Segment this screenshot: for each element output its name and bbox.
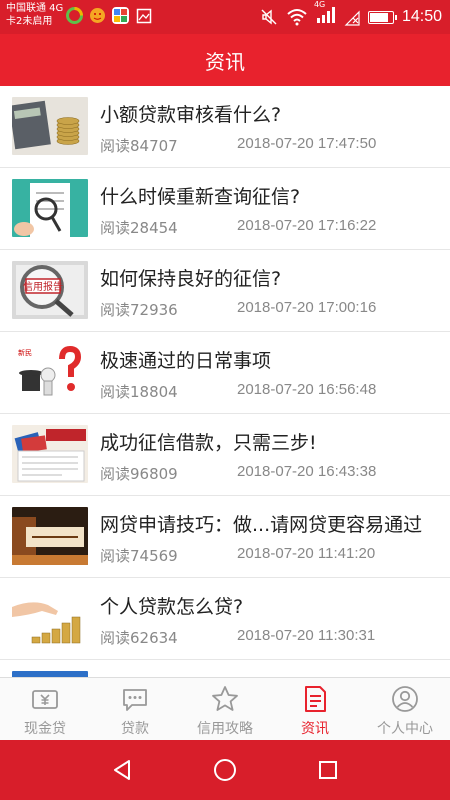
article-date: 2018-07-20 17:00:16 — [237, 299, 377, 316]
svg-text:新民: 新民 — [18, 348, 32, 357]
carrier-name: 中国联通 4G — [6, 3, 64, 14]
notification-icons — [66, 7, 152, 24]
cash-icon — [32, 690, 58, 709]
article-title: 极速通过的日常事项 — [100, 350, 272, 372]
article-thumbnail: 新民 — [12, 343, 88, 401]
article-title: 如何保持良好的征信? — [100, 268, 282, 290]
article-title: 成功征信借款，只需三步! — [100, 432, 317, 454]
recents-icon — [319, 761, 338, 779]
recents-button[interactable] — [308, 750, 348, 790]
article-reads: 阅读28454 — [100, 219, 178, 237]
article-title: 网贷申请技巧：做...请网贷更容易通过 — [100, 514, 423, 536]
app-notification-icon — [66, 7, 83, 24]
list-item[interactable] — [0, 660, 450, 677]
home-button[interactable] — [205, 750, 245, 790]
article-thumbnail — [12, 179, 88, 237]
gallery-notification-icon — [112, 7, 129, 24]
tab-profile[interactable]: 个人中心 — [360, 678, 450, 740]
star-icon — [212, 686, 238, 711]
back-button[interactable] — [102, 750, 142, 790]
back-icon — [113, 760, 130, 780]
list-item[interactable]: 新民 极速通过的日常事项 阅读18804 2018-07-20 16:56:48 — [0, 332, 450, 414]
list-item[interactable]: 什么时候重新查询征信? 阅读28454 2018-07-20 17:16:22 — [0, 168, 450, 250]
article-date: 2018-07-20 17:16:22 — [237, 217, 377, 234]
clock: 14:50 — [401, 8, 442, 25]
article-thumbnail — [12, 589, 88, 647]
system-nav-bar — [0, 740, 450, 800]
network-type: 4G — [313, 0, 326, 9]
article-reads: 阅读96809 — [100, 465, 178, 483]
bottom-tab-bar: 现金贷 贷款 信用攻略 资讯 个人中心 — [0, 677, 450, 740]
article-reads: 阅读74569 — [100, 547, 178, 565]
list-item[interactable]: 网贷申请技巧：做...请网贷更容易通过 阅读74569 2018-07-20 1… — [0, 496, 450, 578]
tab-news[interactable]: 资讯 — [270, 678, 360, 740]
tab-label: 信用攻略 — [197, 721, 253, 737]
sim-status: 卡2未启用 — [6, 16, 53, 27]
tab-label: 个人中心 — [377, 721, 433, 737]
article-date: 2018-07-20 16:56:48 — [237, 381, 377, 398]
emoji-notification-icon — [89, 7, 106, 24]
system-status: 4G 14:50 — [260, 0, 442, 28]
status-bar: 中国联通 4G 卡2未启用 4G 14:50 — [0, 0, 450, 34]
user-icon — [392, 686, 418, 712]
article-thumbnail — [12, 97, 88, 155]
tab-label: 现金贷 — [24, 721, 66, 737]
article-thumbnail — [12, 425, 88, 483]
article-date: 2018-07-20 16:43:38 — [237, 463, 377, 480]
list-item[interactable]: 个人贷款怎么贷? 阅读62634 2018-07-20 11:30:31 — [0, 578, 450, 660]
article-date: 2018-07-20 11:30:31 — [237, 627, 376, 644]
tab-label: 贷款 — [121, 721, 149, 737]
article-date: 2018-07-20 11:41:20 — [237, 545, 376, 562]
article-date: 2018-07-20 17:47:50 — [237, 135, 377, 152]
article-title: 个人贷款怎么贷? — [100, 596, 244, 618]
image-notification-icon — [135, 7, 152, 24]
page-title: 资讯 — [205, 49, 245, 74]
chat-icon — [123, 689, 147, 711]
tab-loan[interactable]: 贷款 — [90, 678, 180, 740]
article-reads: 阅读72936 — [100, 301, 178, 319]
cell-signal-icon: 4G — [314, 0, 336, 28]
tab-cash-loan[interactable]: 现金贷 — [0, 678, 90, 740]
article-reads: 阅读62634 — [100, 629, 178, 647]
mute-icon — [261, 9, 277, 25]
article-title: 小额贷款审核看什么? — [100, 104, 282, 126]
sim2-signal-icon — [344, 10, 360, 26]
tab-label: 资讯 — [301, 721, 329, 737]
article-thumbnail: 信用报告 — [12, 261, 88, 319]
title-bar: 资讯 — [0, 34, 450, 86]
article-list[interactable]: 小额贷款审核看什么? 阅读84707 2018-07-20 17:47:50 什… — [0, 86, 450, 677]
list-item[interactable]: 小额贷款审核看什么? 阅读84707 2018-07-20 17:47:50 — [0, 86, 450, 168]
battery-level — [369, 12, 389, 22]
svg-text:信用报告: 信用报告 — [23, 280, 63, 293]
list-item[interactable]: 信用报告 如何保持良好的征信? 阅读72936 2018-07-20 17:00… — [0, 250, 450, 332]
article-reads: 阅读84707 — [100, 137, 178, 155]
wifi-icon — [287, 9, 307, 26]
article-reads: 阅读18804 — [100, 383, 178, 401]
news-icon — [305, 686, 326, 712]
carrier-info: 中国联通 4G 卡2未启用 — [6, 2, 63, 28]
battery-icon — [367, 10, 397, 24]
tab-credit-guide[interactable]: 信用攻略 — [180, 678, 270, 740]
article-title: 什么时候重新查询征信? — [100, 186, 301, 208]
list-item[interactable]: 成功征信借款，只需三步! 阅读96809 2018-07-20 16:43:38 — [0, 414, 450, 496]
home-icon — [213, 759, 236, 781]
article-thumbnail — [12, 507, 88, 565]
